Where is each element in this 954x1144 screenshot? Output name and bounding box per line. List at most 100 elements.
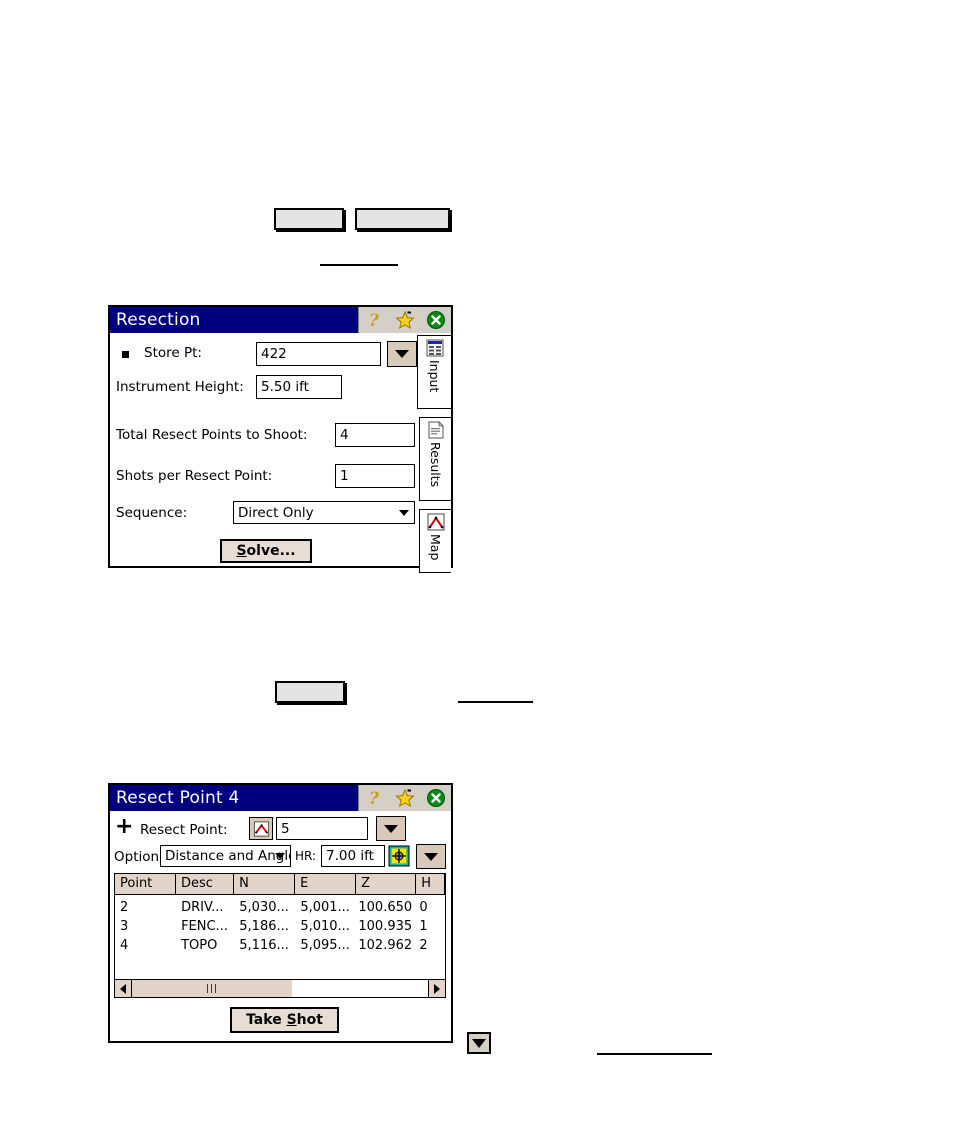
resection-tabstrip: Input Results Map: [417, 333, 451, 573]
instrument-height-label: Instrument Height:: [116, 379, 244, 395]
cell-point: 4: [120, 938, 129, 953]
table-row[interactable]: 4 TOPO 5,116... 5,095... 102.962 2: [115, 936, 445, 955]
table-col-z[interactable]: Z: [356, 874, 417, 894]
solve-button-label: Solve...: [236, 543, 296, 559]
store-pt-dropdown-button[interactable]: [387, 341, 417, 367]
resection-title: Resection: [116, 310, 201, 330]
hr-label: HR:: [295, 849, 317, 863]
cell-n: 5,030...: [239, 900, 289, 915]
cell-desc: DRIV...: [181, 900, 224, 915]
svg-text:?: ?: [369, 789, 380, 808]
sidebar-item-label: Input: [427, 360, 442, 393]
favorites-star-icon[interactable]: [395, 310, 415, 330]
sidebar-item-results[interactable]: Results: [419, 417, 451, 501]
resect-point-title: Resect Point 4: [116, 788, 240, 808]
shots-per-point-input[interactable]: 1: [335, 464, 415, 488]
total-resect-points-input[interactable]: 4: [335, 423, 415, 447]
table-horizontal-scrollbar[interactable]: |||: [115, 979, 445, 997]
help-icon[interactable]: ?: [364, 310, 384, 330]
option-select[interactable]: Distance and Angle: [160, 845, 291, 867]
doc-underline-2: [458, 701, 533, 703]
resect-point-input[interactable]: 5: [276, 817, 368, 840]
add-point-icon[interactable]: +: [115, 816, 133, 838]
close-icon[interactable]: [426, 310, 446, 330]
sidebar-item-input[interactable]: Input: [417, 335, 451, 409]
instrument-height-input[interactable]: 5.50 ift: [256, 375, 342, 399]
doc-placeholder-button-2[interactable]: [355, 208, 450, 230]
cell-n: 5,186...: [239, 919, 289, 934]
doc-dropdown-button[interactable]: [467, 1032, 491, 1054]
solve-button[interactable]: Solve...: [220, 539, 312, 563]
total-resect-points-label: Total Resect Points to Shoot:: [116, 427, 308, 443]
table-header-row: Point Desc N E Z H: [115, 874, 445, 895]
store-pt-bullet: [122, 351, 129, 358]
scroll-right-button[interactable]: [428, 980, 445, 997]
resect-point-dialog: Resect Point 4 ? + Resect Point: 5 Optio…: [108, 783, 453, 1043]
scrollbar-thumb[interactable]: |||: [132, 980, 292, 997]
store-pt-input[interactable]: 422: [256, 342, 381, 366]
resection-body: Store Pt: 422 Instrument Height: 5.50 if…: [110, 333, 451, 573]
map-points-icon: [427, 513, 444, 531]
sidebar-item-label: Map: [428, 534, 443, 561]
chevron-down-icon: [395, 350, 409, 358]
table-col-point[interactable]: Point: [115, 874, 176, 894]
shots-per-point-label: Shots per Resect Point:: [116, 468, 273, 484]
take-shot-button[interactable]: Take Shot: [230, 1007, 339, 1033]
svg-text:?: ?: [369, 311, 380, 330]
table-row[interactable]: 3 FENC... 5,186... 5,010... 100.935 1: [115, 917, 445, 936]
sequence-label: Sequence:: [116, 505, 188, 521]
cell-n: 5,116...: [239, 938, 289, 953]
table-col-n[interactable]: N: [234, 874, 296, 894]
resect-point-titlebar-buttons: ?: [358, 785, 451, 811]
table-col-e[interactable]: E: [295, 874, 357, 894]
cell-z: 100.650: [358, 900, 413, 915]
chevron-down-icon: [424, 852, 438, 861]
scroll-left-button[interactable]: [115, 980, 132, 997]
map-points-icon: [253, 820, 269, 837]
sidebar-item-map[interactable]: Map: [419, 509, 451, 573]
doc-underline-3: [597, 1053, 712, 1055]
triangle-right-icon: [434, 983, 440, 994]
document-icon: [428, 421, 444, 439]
sequence-select[interactable]: Direct Only: [233, 501, 415, 524]
store-pt-label: Store Pt:: [144, 345, 202, 361]
take-shot-button-label: Take Shot: [246, 1012, 323, 1028]
chevron-down-icon: [399, 509, 409, 516]
hr-dropdown-button[interactable]: [416, 844, 446, 869]
cell-desc: TOPO: [181, 938, 218, 953]
cell-e: 5,010...: [300, 919, 350, 934]
scrollbar-grip-icon: |||: [205, 983, 219, 994]
chevron-down-icon: [472, 1038, 486, 1048]
cell-point: 3: [120, 919, 129, 934]
input-form-icon: [426, 339, 443, 357]
close-icon[interactable]: [426, 788, 446, 808]
resect-point-titlebar: Resect Point 4 ?: [110, 785, 451, 811]
cell-z: 100.935: [358, 919, 413, 934]
favorites-star-icon[interactable]: [395, 788, 415, 808]
table-col-desc[interactable]: Desc: [176, 874, 235, 894]
cell-point: 2: [120, 900, 129, 915]
resection-titlebar-buttons: ?: [358, 307, 451, 333]
help-icon[interactable]: ?: [364, 788, 384, 808]
cell-desc: FENC...: [181, 919, 228, 934]
cell-h: 0: [419, 900, 428, 915]
sidebar-item-label: Results: [428, 442, 443, 488]
table-row[interactable]: 2 DRIV... 5,030... 5,001... 100.650 0: [115, 898, 445, 917]
doc-placeholder-button-1[interactable]: [274, 208, 344, 230]
pick-from-map-button[interactable]: [249, 817, 273, 840]
table-col-h[interactable]: H: [416, 874, 445, 894]
doc-placeholder-button-3[interactable]: [275, 681, 345, 703]
chevron-down-icon: [384, 824, 398, 833]
target-height-icon[interactable]: [388, 845, 410, 867]
cell-h: 1: [419, 919, 428, 934]
option-select-value: Distance and Angle: [165, 848, 291, 864]
cell-h: 2: [419, 938, 428, 953]
resect-points-table[interactable]: Point Desc N E Z H 2 DRIV... 5,030... 5,…: [114, 873, 446, 998]
cell-e: 5,095...: [300, 938, 350, 953]
sequence-select-value: Direct Only: [238, 504, 314, 521]
resect-point-dropdown-button[interactable]: [376, 816, 406, 841]
chevron-down-icon: [275, 853, 285, 859]
scrollbar-track[interactable]: [292, 980, 428, 997]
hr-input[interactable]: 7.00 ift: [321, 845, 385, 867]
cell-e: 5,001...: [300, 900, 350, 915]
